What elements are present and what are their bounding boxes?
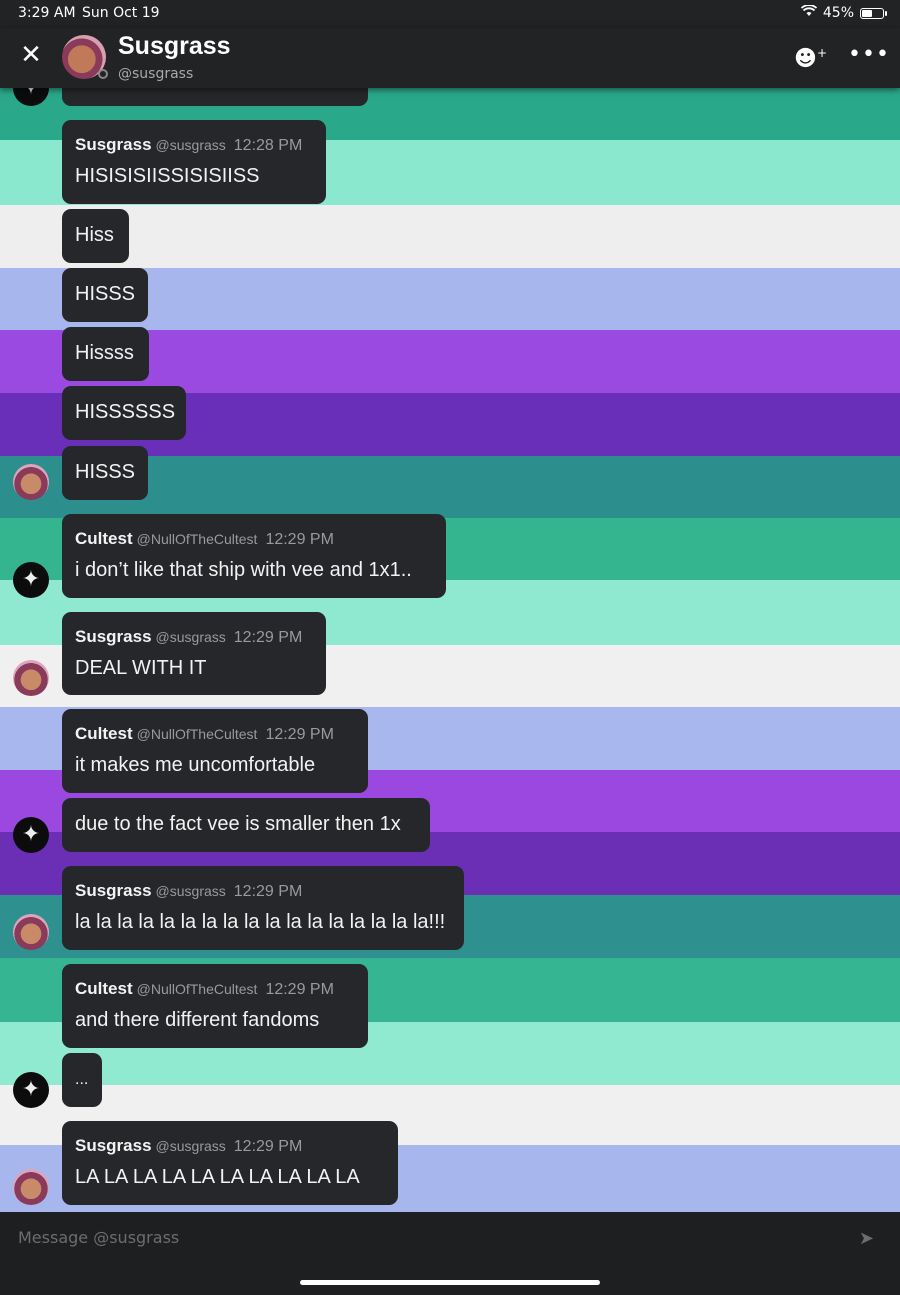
message-text: HISISISIISSISISIISS [75,165,260,187]
message-handle: @NullOfTheCultest [136,531,258,547]
message-handle: @susgrass [155,1138,226,1154]
message-handle: @susgrass [155,629,226,645]
send-icon[interactable]: ➤ [859,1228,874,1249]
message-text: i don’t like that ship with vee and 1x1.… [75,559,412,581]
message-username[interactable]: Cultest [75,529,133,548]
message-handle: @NullOfTheCultest [136,726,258,742]
message-username[interactable]: Susgrass [75,881,152,900]
user-handle: @susgrass [118,66,194,82]
message-text: HISSSSSS [75,401,176,423]
message-meta: Cultest @NullOfTheCultest 12:29 PM [75,979,334,999]
message-time: 12:29 PM [233,883,303,900]
message-meta: Susgrass @susgrass 12:29 PM [75,1136,302,1156]
message-handle: @NullOfTheCultest [136,981,258,997]
status-date: Sun Oct 19 [82,5,160,21]
message-bubble[interactable]: Susgrass @susgrass 12:29 PM la la la la la… [62,866,464,950]
message-text: DEAL WITH IT [75,657,207,679]
home-indicator [300,1280,600,1285]
avatar[interactable] [13,1169,49,1205]
message-text: la la la la la la la la la la la la la l… [75,911,446,933]
message-bubble[interactable]: Susgrass @susgrass 12:29 PM LA LA LA LA LA… [62,1121,398,1205]
message-time: 12:28 PM [233,137,303,154]
message-text: ... [75,1071,89,1088]
message-bubble[interactable]: HISSS [62,268,148,322]
message-handle: @susgrass [155,883,226,899]
message-username[interactable]: Susgrass [75,1136,152,1155]
message-text: it makes me uncomfortable [75,754,316,776]
message-text: LA LA LA LA LA LA LA LA LA LA [75,1166,360,1188]
message-time: 12:29 PM [265,726,334,743]
avatar[interactable] [62,35,108,79]
add-friend-icon[interactable]: ☻+ [794,46,827,71]
message-meta: Cultest @NullOfTheCultest 12:29 PM [75,529,334,549]
message-bubble[interactable]: Hiss [62,209,129,263]
message-text: and there different fandoms [75,1009,320,1031]
message-handle: @susgrass [155,137,226,153]
avatar[interactable] [13,464,49,500]
message-time: 12:29 PM [265,531,334,548]
chat-header: ✕ Susgrass @susgrass ☻+ ••• [0,28,900,88]
message-bubble[interactable]: Hissss [62,327,149,381]
more-icon[interactable]: ••• [848,42,890,67]
message-text: Hissss [75,342,134,364]
close-icon[interactable]: ✕ [18,42,44,68]
message-bubble[interactable]: Cultest @NullOfTheCultest 12:29 PM and the… [62,964,368,1048]
message-input[interactable]: Message @susgrass [18,1228,179,1247]
battery-icon [860,7,887,19]
message-text: Hiss [75,224,114,246]
message-username[interactable]: Susgrass [75,135,152,154]
avatar[interactable] [13,817,49,853]
avatar[interactable] [13,562,49,598]
message-text: HISSS [75,283,136,305]
message-bubble[interactable]: ... [62,1053,102,1107]
message-time: 12:29 PM [233,629,303,646]
status-indicator [98,69,108,79]
message-time: 12:29 PM [265,981,334,998]
message-text: due to the fact vee is smaller then 1x [75,813,401,835]
message-bubble[interactable]: Cultest @NullOfTheCultest 12:29 PM it make… [62,709,368,793]
message-username[interactable]: Cultest [75,724,133,743]
message-username[interactable]: Susgrass [75,627,152,646]
message-bubble[interactable]: Susgrass @susgrass 12:28 PM HISISISIISSISI… [62,120,326,204]
message-bubble[interactable]: Cultest @NullOfTheCultest 12:29 PM i don’t… [62,514,446,598]
avatar[interactable] [13,660,49,696]
status-bar: 3:29 AM Sun Oct 19 45% [0,0,900,28]
message-meta: Susgrass @susgrass 12:28 PM [75,135,302,155]
avatar[interactable] [13,914,49,950]
wifi-icon [800,4,817,21]
message-meta: Cultest @NullOfTheCultest 12:29 PM [75,724,334,744]
message-bubble[interactable]: HISSS [62,446,148,500]
message-bubble[interactable]: due to the fact vee is smaller then 1x [62,798,430,852]
message-meta: Susgrass @susgrass 12:29 PM [75,627,302,647]
message-bubble[interactable]: Susgrass @susgrass 12:29 PM DEAL WITH IT [62,612,326,695]
message-bubble[interactable]: HISSSSSS [62,386,186,440]
status-time: 3:29 AM [18,5,76,21]
message-username[interactable]: Cultest [75,979,133,998]
battery-percent: 45% [822,5,854,21]
status-right: 45% [800,4,887,21]
message-composer: Message @susgrass ➤ [0,1212,900,1295]
avatar[interactable] [13,1072,49,1108]
message-meta: Susgrass @susgrass 12:29 PM [75,881,302,901]
message-time: 12:29 PM [233,1138,303,1155]
page-title: Susgrass [118,32,231,60]
message-text: HISSS [75,461,136,483]
